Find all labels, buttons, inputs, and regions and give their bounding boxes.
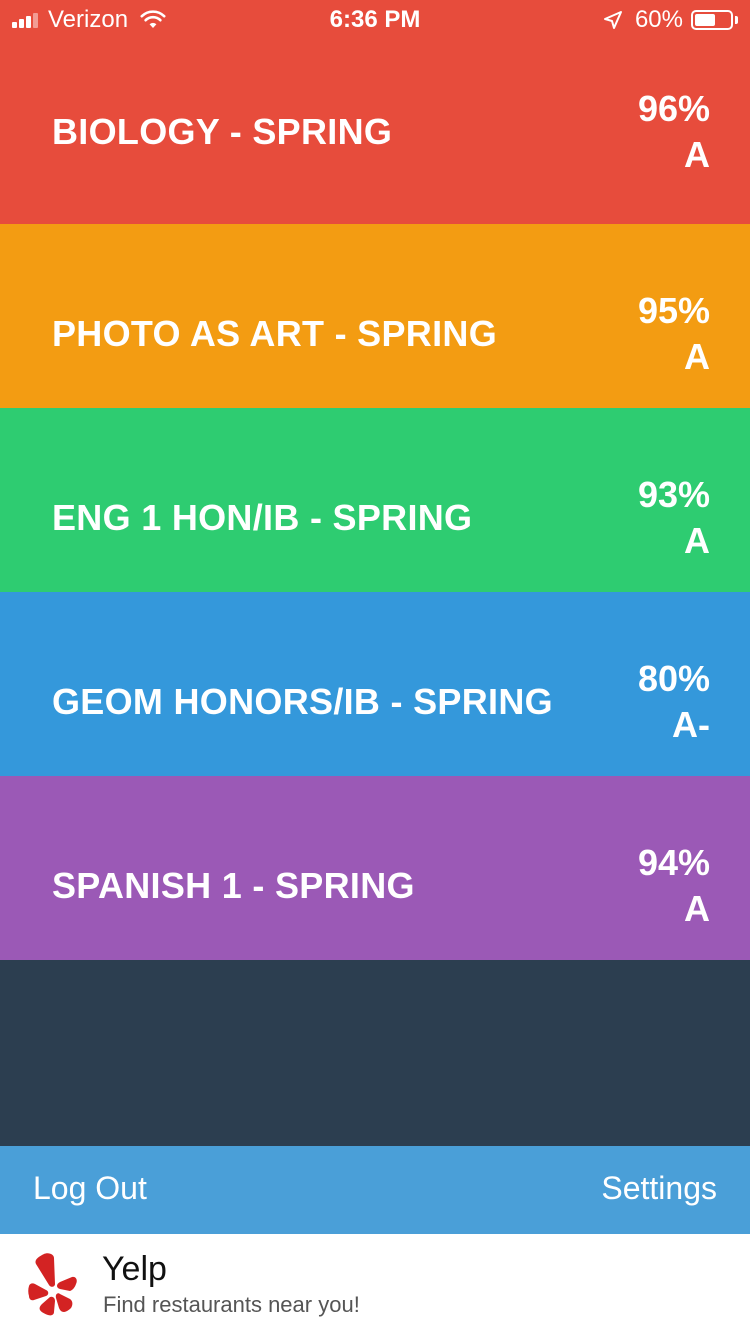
grade-letter: A: [684, 888, 710, 929]
grade-letter: A: [684, 520, 710, 561]
course-name: ENG 1 HON/IB - SPRING: [52, 497, 473, 538]
yelp-logo-icon: [28, 1253, 77, 1316]
battery-icon: [691, 10, 733, 30]
grade-percent: 96%: [637, 88, 710, 129]
ad-subtitle: Find restaurants near you!: [103, 1292, 360, 1317]
grade-letter: A-: [672, 704, 710, 745]
ad-banner[interactable]: Yelp Find restaurants near you!: [0, 1234, 750, 1334]
status-bar: Verizon 6:36 PM 60%: [0, 0, 750, 40]
action-bar: Log Out Settings: [0, 1146, 750, 1234]
logout-button[interactable]: Log Out: [33, 1170, 147, 1207]
battery-tip: [735, 16, 738, 24]
course-row[interactable]: PHOTO AS ART - SPRING 95% A: [0, 224, 750, 408]
ad-title: Yelp: [102, 1250, 167, 1288]
course-grade: 95% A: [638, 288, 710, 380]
course-grade: 80% A-: [638, 656, 710, 748]
grade-letter: A: [684, 336, 710, 377]
course-row[interactable]: GEOM HONORS/IB - SPRING 80% A-: [0, 592, 750, 776]
battery-percent: 60%: [634, 6, 683, 33]
status-right: 60%: [603, 6, 738, 34]
course-row[interactable]: ENG 1 HON/IB - SPRING 93% A: [0, 408, 750, 592]
course-row[interactable]: SPANISH 1 - SPRING 94% A: [0, 776, 750, 960]
course-grade: 96% A: [638, 86, 710, 178]
course-list: BIOLOGY - SPRING 96% A PHOTO AS ART - SP…: [0, 0, 750, 960]
grade-letter: A: [684, 134, 710, 175]
course-grade: 94% A: [638, 840, 710, 932]
course-grade: 93% A: [638, 472, 710, 564]
grade-percent: 93%: [637, 474, 710, 515]
grade-percent: 80%: [637, 658, 710, 699]
settings-button[interactable]: Settings: [601, 1170, 717, 1207]
course-name: SPANISH 1 - SPRING: [52, 865, 415, 906]
course-name: GEOM HONORS/IB - SPRING: [52, 681, 553, 722]
location-arrow-icon: [603, 11, 622, 29]
course-name: BIOLOGY - SPRING: [52, 111, 393, 152]
grade-percent: 95%: [637, 290, 710, 331]
course-name: PHOTO AS ART - SPRING: [52, 313, 497, 354]
grade-percent: 94%: [637, 842, 710, 883]
